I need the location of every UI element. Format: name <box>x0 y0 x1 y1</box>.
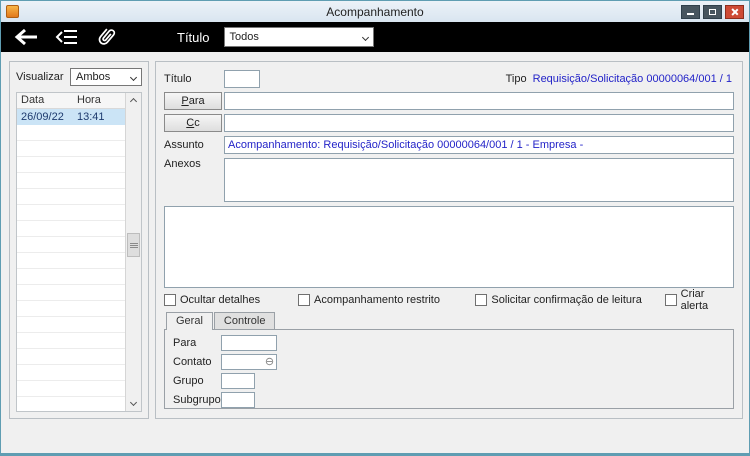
field-subgrupo-input[interactable] <box>221 391 255 408</box>
app-window: Acompanhamento Título Todos Visualizar A… <box>0 0 750 456</box>
maximize-button[interactable] <box>703 4 722 19</box>
cell-hora: 13:41 <box>77 111 105 123</box>
checkbox-criar-alerta[interactable]: Criar alerta <box>664 288 734 312</box>
tab-panel-geral: Para Contato Grupo Subgrupo <box>164 329 734 409</box>
field-para: Para <box>173 334 733 351</box>
history-table: Data Hora 26/09/22 13:41 <box>16 92 142 412</box>
field-subgrupo: Subgrupo <box>173 391 733 408</box>
checkbox-icon[interactable] <box>298 294 311 306</box>
toolbar: Título Todos <box>1 22 749 52</box>
scroll-thumb[interactable] <box>127 233 140 257</box>
assunto-label: Assunto <box>164 139 204 151</box>
form-panel: Título Tipo Requisição/Solicitação 00000… <box>155 61 743 419</box>
column-header-hora: Hora <box>77 94 101 106</box>
titulo-filter-select[interactable]: Todos <box>223 27 374 47</box>
column-header-data: Data <box>21 94 45 106</box>
tipo-group: Tipo Requisição/Solicitação 00000064/001… <box>506 73 734 85</box>
tipo-value: Requisição/Solicitação 00000064/001 / 1 <box>532 73 732 85</box>
cell-data: 26/09/22 <box>21 111 64 123</box>
tab-controle[interactable]: Controle <box>213 312 276 329</box>
visualizar-label: Visualizar <box>16 71 64 83</box>
checkbox-icon[interactable] <box>664 294 677 306</box>
attachment-button[interactable] <box>95 26 117 48</box>
maximize-icon <box>709 8 716 15</box>
assunto-value: Acompanhamento: Requisição/Solicitação 0… <box>228 139 584 151</box>
options-row: Ocultar detalhes Acompanhamento restrito… <box>164 288 734 312</box>
field-para-label: Para <box>173 336 197 349</box>
list-arrow-icon <box>55 30 77 44</box>
checkbox-solicitar-confirmacao[interactable]: Solicitar confirmação de leitura <box>475 294 664 306</box>
field-subgrupo-label: Subgrupo <box>173 393 221 406</box>
field-grupo-input[interactable] <box>221 372 255 389</box>
titulo-label: Título <box>164 73 192 85</box>
title-bar: Acompanhamento <box>1 1 749 22</box>
cc-row: Cc <box>164 114 734 132</box>
tipo-label: Tipo <box>505 73 527 85</box>
checkbox-icon[interactable] <box>164 294 176 306</box>
message-body-area[interactable] <box>164 206 734 288</box>
paperclip-icon <box>98 28 116 45</box>
checkbox-icon[interactable] <box>475 294 488 306</box>
chevron-up-icon <box>129 97 138 106</box>
anexos-area[interactable] <box>224 158 734 202</box>
field-contato: Contato <box>173 353 733 370</box>
titulo-input[interactable] <box>224 70 260 88</box>
toolbar-titulo-label: Título <box>177 29 210 45</box>
chevron-down-icon <box>361 33 369 41</box>
cc-button[interactable]: Cc <box>164 114 222 132</box>
table-header: Data Hora <box>17 93 141 109</box>
para-row: Para <box>164 92 734 110</box>
scroll-down-button[interactable] <box>126 397 141 411</box>
table-scrollbar[interactable] <box>125 93 141 411</box>
titulo-filter-value: Todos <box>229 31 259 43</box>
checkbox-ocultar-detalhes[interactable]: Ocultar detalhes <box>164 294 298 306</box>
cc-input[interactable] <box>224 114 734 132</box>
titulo-row: Título Tipo Requisição/Solicitação 00000… <box>164 70 734 88</box>
back-arrow-icon <box>14 28 37 46</box>
tab-geral[interactable]: Geral <box>166 312 213 330</box>
table-body: 26/09/22 13:41 <box>17 109 125 411</box>
assunto-row: Assunto Acompanhamento: Requisição/Solic… <box>164 136 734 154</box>
minimize-icon <box>687 12 694 15</box>
field-para-input[interactable] <box>221 334 277 351</box>
window-title: Acompanhamento <box>326 4 424 19</box>
visualizar-select[interactable]: Ambos <box>70 68 142 86</box>
checkbox-acompanhamento-restrito[interactable]: Acompanhamento restrito <box>298 294 475 306</box>
para-button[interactable]: Para <box>164 92 222 110</box>
log-list-button[interactable] <box>55 28 79 46</box>
chevron-down-icon <box>129 398 138 407</box>
history-panel: Visualizar Ambos Data Hora 26/09/22 13:4… <box>9 61 149 419</box>
scroll-up-button[interactable] <box>126 93 141 107</box>
minimize-button[interactable] <box>681 4 700 19</box>
assunto-input[interactable]: Acompanhamento: Requisição/Solicitação 0… <box>224 136 734 154</box>
anexos-row: Anexos <box>164 158 734 202</box>
back-button[interactable] <box>13 27 39 47</box>
close-button[interactable] <box>725 4 744 19</box>
visualizar-value: Ambos <box>76 71 111 83</box>
contato-input-wrap <box>221 353 277 370</box>
chevron-down-icon <box>129 73 138 81</box>
detail-tabs: Geral Controle <box>164 312 734 330</box>
close-icon <box>731 8 739 16</box>
field-grupo: Grupo <box>173 372 733 389</box>
grip-icon <box>129 242 138 248</box>
visualizar-row: Visualizar Ambos <box>16 68 142 86</box>
window-controls <box>681 4 744 19</box>
para-input[interactable] <box>224 92 734 110</box>
field-contato-label: Contato <box>173 355 212 368</box>
table-row[interactable]: 26/09/22 13:41 <box>17 109 125 125</box>
field-grupo-label: Grupo <box>173 374 204 387</box>
anexos-label: Anexos <box>164 158 201 170</box>
contact-lookup-icon[interactable] <box>265 357 274 366</box>
